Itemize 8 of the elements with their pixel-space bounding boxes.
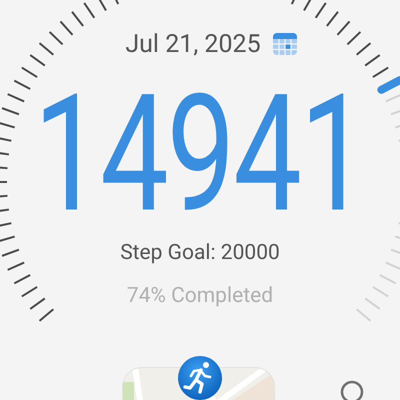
step-goal-label: Step Goal: 20000	[120, 243, 280, 264]
step-count: 14941	[34, 75, 366, 235]
run-button[interactable]	[177, 355, 223, 400]
calendar-icon[interactable]	[272, 32, 297, 56]
search-icon[interactable]	[339, 379, 365, 400]
completion-label: 74% Completed	[126, 286, 274, 307]
date-label: Jul 21, 2025	[125, 32, 261, 57]
progress-marker	[377, 76, 400, 94]
